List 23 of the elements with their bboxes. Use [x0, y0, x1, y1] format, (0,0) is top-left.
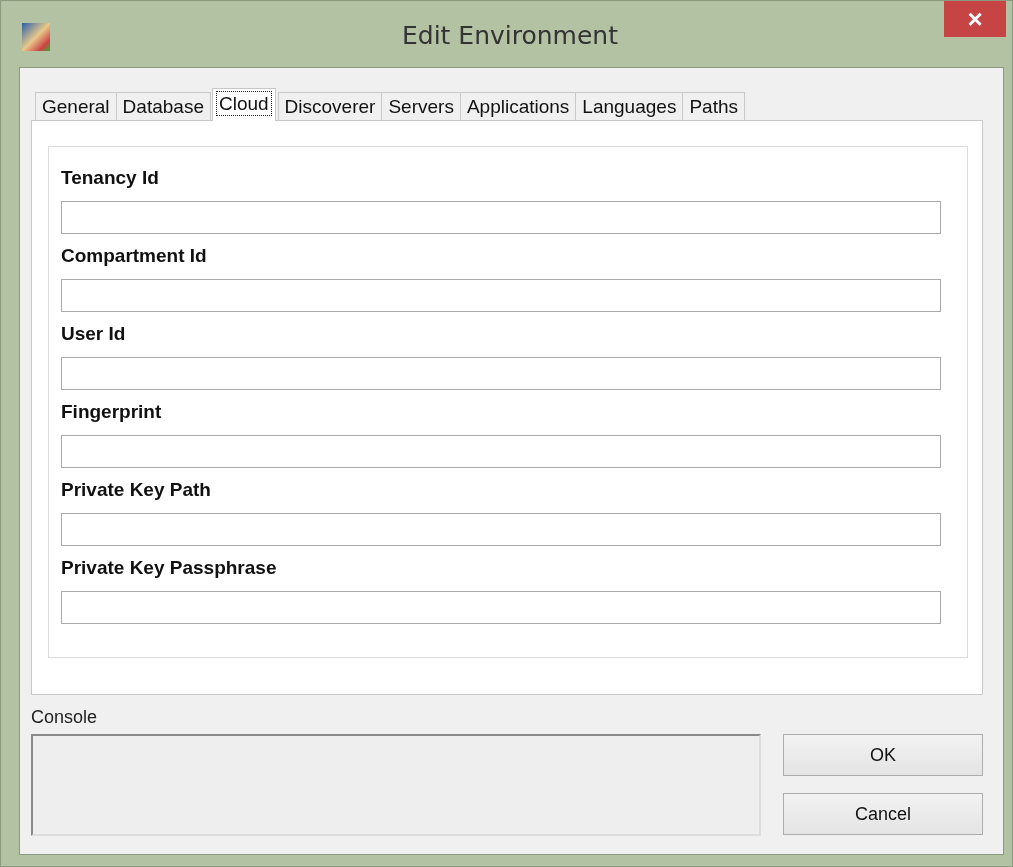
dialog-button[interactable]: OK: [783, 734, 983, 776]
field-label: Fingerprint: [61, 401, 163, 423]
app-icon: [22, 23, 50, 51]
tab[interactable]: Discoverer: [277, 92, 383, 121]
input-field[interactable]: [61, 591, 941, 624]
input-field[interactable]: [61, 357, 941, 390]
field-label: Tenancy Id: [61, 167, 160, 189]
tab[interactable]: General: [35, 92, 117, 121]
window-title: Edit Environment: [401, 21, 619, 50]
dialog-button[interactable]: Cancel: [783, 793, 983, 835]
field-label: Private Key Path: [61, 479, 212, 501]
input-field[interactable]: [61, 201, 941, 234]
field-label: User Id: [61, 323, 127, 345]
tab[interactable]: Paths: [682, 92, 745, 121]
tab[interactable]: Cloud: [211, 88, 276, 121]
close-button[interactable]: ×: [944, 1, 1006, 37]
input-field[interactable]: [61, 435, 941, 468]
field-label: Compartment Id: [61, 245, 208, 267]
field-label: Private Key Passphrase: [61, 557, 278, 579]
tab[interactable]: Database: [115, 92, 211, 121]
input-field[interactable]: [61, 513, 941, 546]
input-field[interactable]: [61, 279, 941, 312]
console-label: Console: [31, 707, 99, 728]
